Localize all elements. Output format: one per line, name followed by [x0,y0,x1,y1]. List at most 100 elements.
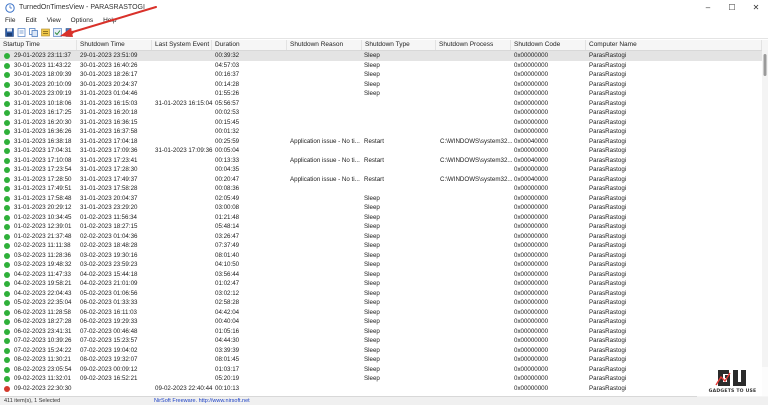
column-shutdown-type[interactable]: Shutdown Type [362,40,436,50]
table-row[interactable]: 06-02-2023 18:27:28 06-02-2023 19:29:33 00… [0,317,768,327]
table-row[interactable]: 09-02-2023 22:30:30 09-02-2023 22:40:44 00… [0,384,768,394]
table-row[interactable]: 04-02-2023 11:47:33 04-02-2023 15:44:18 03… [0,270,768,280]
cell-duration: 03:00:08 [215,204,240,211]
cell-computer-name: ParasRastogi [589,194,627,202]
table-row[interactable]: 31-01-2023 17:23:54 31-01-2023 17:28:30 00… [0,165,768,175]
cell-shutdown-process [440,222,512,232]
column-shutdown-process[interactable]: Shutdown Process [436,40,511,50]
cell-shutdown-process [440,184,512,194]
table-row[interactable]: 31-01-2023 16:36:26 31-01-2023 16:37:58 00… [0,127,768,137]
column-startup-time[interactable]: Startup Time [0,40,77,50]
cell-shutdown-process [440,289,512,299]
cell-computer-name: ParasRastogi [589,128,627,135]
cell-shutdown-time: 02-02-2023 01:04:36 [80,232,138,240]
table-row[interactable]: 31-01-2023 17:28:50 31-01-2023 17:49:37 00… [0,175,768,185]
cell-shutdown-process [440,270,512,280]
status-dot-icon [4,357,10,363]
status-dot-icon [4,195,10,202]
vertical-scrollbar[interactable] [762,50,768,396]
table-row[interactable]: 09-02-2023 11:32:01 09-02-2023 16:52:21 05… [0,374,768,384]
status-dot-icon [4,309,10,316]
app-clock-icon [5,2,15,13]
cell-duration: 00:15:45 [215,118,240,126]
copy-icon[interactable] [29,27,38,37]
table-row[interactable]: 29-01-2023 23:11:37 29-01-2023 23:51:09 00… [0,51,768,61]
event-list[interactable]: 29-01-2023 23:11:37 29-01-2023 23:51:09 00… [0,51,768,393]
column-duration[interactable]: Duration [212,40,287,50]
table-row[interactable]: 04-02-2023 22:04:43 05-02-2023 01:06:56 03… [0,289,768,299]
table-row[interactable]: 03-02-2023 11:28:36 03-02-2023 19:30:16 08… [0,251,768,261]
column-shutdown-time[interactable]: Shutdown Time [77,40,152,50]
cell-computer-name: ParasRastogi [589,61,627,69]
cell-shutdown-code: 0x00040000 [514,156,549,164]
cell-shutdown-reason [290,108,362,118]
table-row[interactable]: 06-02-2023 23:41:31 07-02-2023 00:46:48 01… [0,327,768,337]
table-row[interactable]: 31-01-2023 17:58:48 31-01-2023 20:04:37 02… [0,194,768,204]
column-header-row: Startup Time Shutdown Time Last System E… [0,40,768,51]
options-icon[interactable] [53,27,62,37]
menu-edit[interactable]: Edit [20,17,41,24]
table-row[interactable]: 03-02-2023 19:48:32 03-02-2023 23:59:23 04… [0,260,768,270]
cell-computer-name: ParasRastogi [589,80,627,88]
table-row[interactable]: 01-02-2023 21:37:48 02-02-2023 01:04:36 03… [0,232,768,242]
table-row[interactable]: 31-01-2023 17:10:08 31-01-2023 17:23:41 00… [0,156,768,166]
table-row[interactable]: 31-01-2023 16:38:18 31-01-2023 17:04:18 00… [0,137,768,147]
cell-startup-time: 07-02-2023 10:39:26 [14,337,72,344]
cell-shutdown-code: 0x00000000 [514,384,549,392]
column-computer-name[interactable]: Computer Name [586,40,762,50]
minimize-button[interactable]: – [696,0,720,15]
save-icon[interactable] [5,27,14,37]
table-row[interactable]: 31-01-2023 16:20:30 31-01-2023 16:36:15 00… [0,118,768,128]
cell-shutdown-process [440,374,512,384]
cell-shutdown-process [440,80,512,90]
cell-shutdown-type [364,184,436,194]
table-row[interactable]: 31-01-2023 20:29:12 31-01-2023 23:29:20 03… [0,203,768,213]
status-dot-icon [4,62,10,69]
table-row[interactable]: 30-01-2023 20:10:09 30-01-2023 20:24:37 00… [0,80,768,90]
table-row[interactable]: 06-02-2023 11:28:58 06-02-2023 16:11:03 04… [0,308,768,318]
cell-shutdown-time: 30-01-2023 18:26:17 [80,71,138,78]
properties-icon[interactable] [41,28,50,37]
table-row[interactable]: 30-01-2023 18:09:39 30-01-2023 18:26:17 00… [0,70,768,80]
column-last-system-event[interactable]: Last System Event ... [152,40,212,50]
exit-icon[interactable] [65,27,74,37]
menu-file[interactable]: File [0,17,20,24]
column-shutdown-code[interactable]: Shutdown Code [511,40,586,50]
table-row[interactable]: 05-02-2023 22:35:04 06-02-2023 01:33:33 02… [0,298,768,308]
cell-last-system-event [155,336,213,346]
table-row[interactable]: 01-02-2023 10:34:45 01-02-2023 11:56:34 01… [0,213,768,223]
table-row[interactable]: 01-02-2023 12:39:01 01-02-2023 18:27:15 05… [0,222,768,232]
table-row[interactable]: 30-01-2023 11:43:22 30-01-2023 16:40:26 04… [0,61,768,71]
table-row[interactable]: 08-02-2023 23:05:54 09-02-2023 00:09:12 01… [0,365,768,375]
cell-last-system-event: 31-01-2023 16:15:04 [155,99,213,107]
menu-help[interactable]: Help [98,17,121,24]
table-row[interactable]: 08-02-2023 11:30:21 08-02-2023 19:32:07 08… [0,355,768,365]
html-report-icon[interactable] [17,27,26,37]
table-row[interactable]: 31-01-2023 10:18:06 31-01-2023 16:15:03 31… [0,99,768,109]
cell-shutdown-reason: Application issue - No ti... [290,137,360,145]
table-row[interactable]: 31-01-2023 16:17:25 31-01-2023 16:20:18 00… [0,108,768,118]
table-row[interactable]: 07-02-2023 15:24:22 07-02-2023 19:04:02 03… [0,346,768,356]
cell-shutdown-reason [290,308,362,318]
cell-shutdown-reason [290,213,362,223]
table-row[interactable]: 31-01-2023 17:04:31 31-01-2023 17:09:36 31… [0,146,768,156]
table-row[interactable]: 30-01-2023 23:09:19 31-01-2023 01:04:46 01… [0,89,768,99]
cell-computer-name: ParasRastogi [589,327,627,335]
maximize-button[interactable]: ☐ [720,0,744,15]
table-row[interactable]: 02-02-2023 11:11:38 02-02-2023 18:48:28 07… [0,241,768,251]
menu-view[interactable]: View [42,17,66,24]
cell-shutdown-process [440,260,512,270]
cell-last-system-event [155,308,213,318]
cell-shutdown-time: 31-01-2023 17:28:30 [80,166,138,173]
cell-shutdown-process: C:\WINDOWS\system32... [440,175,512,183]
menu-options[interactable]: Options [66,17,98,24]
cell-duration: 05:48:14 [215,223,240,230]
cell-shutdown-code: 0x00000000 [514,261,549,268]
table-row[interactable]: 31-01-2023 17:49:51 31-01-2023 17:58:28 00… [0,184,768,194]
cell-startup-time: 01-02-2023 12:39:01 [14,223,72,230]
table-row[interactable]: 04-02-2023 19:58:21 04-02-2023 21:01:09 01… [0,279,768,289]
table-row[interactable]: 07-02-2023 10:39:26 07-02-2023 15:23:57 04… [0,336,768,346]
column-shutdown-reason[interactable]: Shutdown Reason [287,40,362,50]
close-button[interactable]: ✕ [744,0,768,15]
cell-startup-time: 06-02-2023 18:27:28 [14,318,72,325]
